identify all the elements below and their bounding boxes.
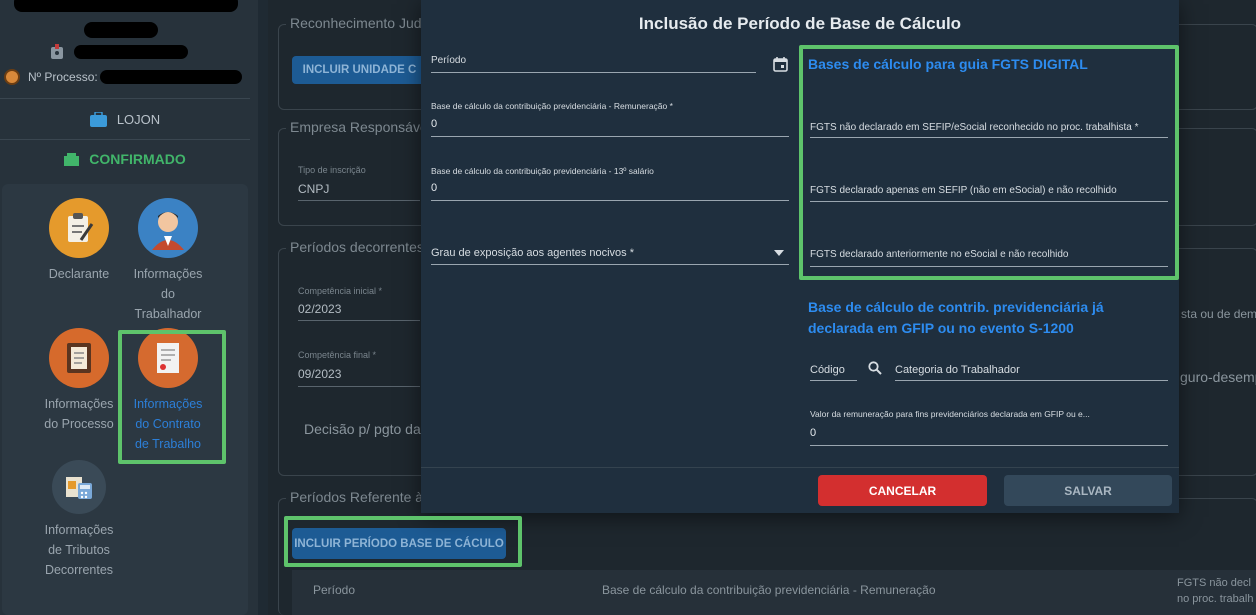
- inscricao-label: Tipo de inscrição: [298, 165, 366, 175]
- modal-footer-divider: [421, 467, 1179, 468]
- contrib-heading: Base de cálculo de contrib. previdenciár…: [808, 299, 1104, 336]
- inscricao-underline: [298, 200, 420, 201]
- codigo-underline: [810, 380, 857, 381]
- fgts-sefip-underline: [810, 201, 1168, 202]
- remuneracao-label: Base de cálculo da contribuição previden…: [431, 101, 673, 111]
- valor-label: Valor da remuneração para fins previdenc…: [810, 409, 1090, 419]
- valor-value[interactable]: 0: [810, 427, 816, 439]
- fgts-nao-declarado-underline: [810, 137, 1168, 138]
- competencia-inicial-label: Competência inicial *: [298, 286, 383, 296]
- decimo-underline: [431, 200, 789, 201]
- card-empresa-title: Empresa Responsáve: [286, 119, 432, 135]
- right-text-1: sta ou de dema: [1181, 307, 1256, 321]
- remuneracao-underline: [431, 136, 789, 137]
- right-text-2: guro-desemp: [1180, 369, 1256, 385]
- menu-informacoes-processo-label: Informações do Processo: [44, 397, 114, 431]
- divider: [0, 98, 250, 99]
- decimo-label: Base de cálculo da contribuição previden…: [431, 166, 654, 176]
- fgts-esocial-field[interactable]: FGTS declarado anteriormente no eSocial …: [810, 249, 1068, 260]
- incluir-unidade-button[interactable]: INCLUIR UNIDADE C: [292, 56, 427, 84]
- save-button[interactable]: SALVAR: [1004, 475, 1172, 506]
- menu-informacoes-processo[interactable]: Informações do Processo: [29, 328, 129, 434]
- clipboard-pen-icon: [49, 198, 109, 258]
- menu-informacoes-contrato[interactable]: Informações do Contrato de Trabalho: [118, 328, 218, 454]
- search-icon[interactable]: [868, 361, 882, 375]
- decisao-text: Decisão p/ pgto da: [304, 421, 421, 437]
- status-row: CONFIRMADO: [0, 148, 250, 170]
- lojon-label: LOJON: [116, 111, 161, 127]
- calculator-icon: [52, 460, 106, 514]
- periodo-input[interactable]: [431, 72, 756, 73]
- menu-informacoes-trabalhador[interactable]: Informações do Trabalhador: [118, 198, 218, 324]
- card-periodos-referente-title: Períodos Referente às: [286, 489, 435, 505]
- redacted-process-number: [99, 70, 242, 84]
- remuneracao-value[interactable]: 0: [431, 118, 437, 130]
- modal-inclusao-periodo: Inclusão de Período de Base de Cálculo P…: [421, 0, 1179, 513]
- valor-underline: [810, 445, 1168, 446]
- th-fgts: FGTS não decl no proc. trabalh: [1177, 577, 1254, 605]
- card-periodos-title: Períodos decorrentes: [286, 239, 428, 255]
- competencia-final-underline: [298, 386, 420, 387]
- incluir-periodo-button[interactable]: INCLUIR PERÍODO BASE DE CÁCULO: [292, 528, 506, 559]
- fgts-heading: Bases de cálculo para guia FGTS DIGITAL: [808, 56, 1088, 72]
- building-icon: [64, 152, 80, 166]
- calendar-icon[interactable]: [773, 56, 788, 72]
- user-row: [50, 42, 250, 62]
- fgts-sefip-field[interactable]: FGTS declarado apenas em SEFIP (não em e…: [810, 185, 1117, 196]
- modal-title: Inclusão de Período de Base de Cálculo: [638, 14, 962, 33]
- contract-icon: [138, 328, 198, 388]
- periodo-label: Período: [431, 55, 467, 66]
- divider: [0, 139, 250, 140]
- process-label: Nº Processo:: [28, 70, 98, 84]
- fgts-esocial-underline: [810, 266, 1168, 267]
- menu-declarante-label: Declarante: [48, 267, 110, 281]
- menu-informacoes-tributos-label: Informações de Tributos Decorrentes: [44, 523, 114, 577]
- codigo-field[interactable]: Código: [810, 364, 845, 376]
- competencia-final-value[interactable]: 09/2023: [298, 367, 341, 381]
- menu-informacoes-contrato-label: Informações do Contrato de Trabalho: [133, 397, 203, 451]
- redacted-id: [84, 22, 158, 38]
- redacted-name: [14, 0, 238, 12]
- menu-informacoes-tributos[interactable]: Informações de Tributos Decorrentes: [29, 460, 129, 580]
- id-badge-icon: [51, 44, 63, 59]
- categoria-field[interactable]: Categoria do Trabalhador: [895, 364, 1020, 376]
- process-row: Nº Processo:: [4, 66, 254, 88]
- briefcase-icon: [89, 111, 107, 127]
- lojon-row[interactable]: LOJON: [0, 108, 250, 130]
- card-reconhecimento-title: Reconhecimento Judi: [286, 15, 429, 31]
- document-icon: [49, 328, 109, 388]
- menu-declarante[interactable]: Declarante: [29, 198, 129, 284]
- dropdown-arrow-icon[interactable]: [774, 250, 784, 256]
- inscricao-value[interactable]: CNPJ: [298, 182, 329, 196]
- decimo-value[interactable]: 0: [431, 182, 437, 194]
- th-periodo: Período: [313, 583, 356, 597]
- process-seal-icon: [4, 69, 20, 85]
- cancel-button[interactable]: CANCELAR: [818, 475, 987, 506]
- grau-underline: [431, 264, 789, 265]
- menu-informacoes-trabalhador-label: Informações do Trabalhador: [133, 267, 203, 321]
- fgts-nao-declarado-field[interactable]: FGTS não declarado em SEFIP/eSocial reco…: [810, 122, 1139, 133]
- worker-avatar-icon: [138, 198, 198, 258]
- th-base-remuneracao: Base de cálculo da contribuição previden…: [602, 583, 936, 597]
- sidebar: Nº Processo: LOJON CONFIRMADO Declarante…: [0, 0, 258, 615]
- redacted-user: [74, 45, 188, 59]
- competencia-final-label: Competência final *: [298, 350, 377, 360]
- status-label: CONFIRMADO: [89, 151, 186, 167]
- competencia-inicial-underline: [298, 320, 420, 321]
- grau-exposicao-select[interactable]: Grau de exposição aos agentes nocivos *: [431, 247, 634, 259]
- competencia-inicial-value[interactable]: 02/2023: [298, 302, 341, 316]
- categoria-underline: [895, 380, 1168, 381]
